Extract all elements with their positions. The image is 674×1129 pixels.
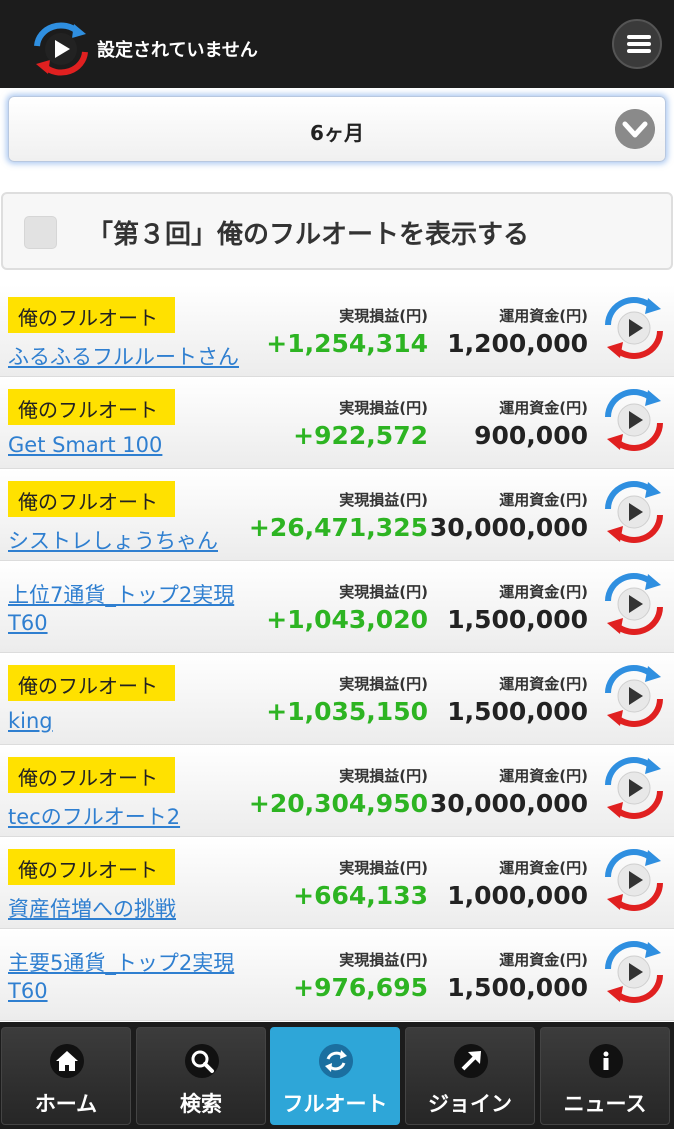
profit-value: +20,304,950	[248, 789, 428, 818]
search-icon	[185, 1044, 219, 1078]
nav-label: フルオート	[282, 1092, 388, 1116]
profit-label: 実現損益(円)	[339, 307, 428, 325]
profit-value: +26,471,325	[248, 513, 428, 542]
strategy-name-link[interactable]: tecのフルオート2	[8, 801, 180, 831]
filter-label: 「第３回」俺のフルオートを表示する	[87, 220, 530, 250]
hamburger-line	[627, 42, 651, 46]
profit-value: +1,254,314	[266, 329, 428, 358]
strategy-name-link[interactable]: ふるふるフルルートさん	[8, 341, 239, 371]
strategy-name-link[interactable]: king	[8, 709, 53, 733]
profit-value: +1,035,150	[266, 697, 428, 726]
fullauto-badge: 俺のフルオート	[8, 481, 175, 517]
profit-value: +976,695	[293, 973, 428, 1002]
nav-item-4[interactable]: ニュース	[540, 1027, 670, 1125]
profit-label: 実現損益(円)	[339, 675, 428, 693]
strategy-name-link[interactable]: 上位7通貨_トップ2実現T60	[8, 581, 258, 637]
strategy-name-link[interactable]: シストレしょうちゃん	[8, 525, 218, 555]
fullauto-badge: 俺のフルオート	[8, 389, 175, 425]
arrow-up-right-icon	[454, 1044, 488, 1078]
info-icon	[589, 1044, 623, 1078]
home-icon	[50, 1044, 84, 1078]
nav-label: ホーム	[34, 1092, 98, 1116]
capital-value: 30,000,000	[429, 513, 588, 542]
capital-label: 運用資金(円)	[499, 307, 588, 325]
profit-label: 実現損益(円)	[339, 491, 428, 509]
capital-value: 1,200,000	[447, 329, 588, 358]
profit-label: 実現損益(円)	[339, 859, 428, 877]
profit-label: 実現損益(円)	[339, 583, 428, 601]
capital-label: 運用資金(円)	[499, 583, 588, 601]
capital-value: 1,500,000	[447, 973, 588, 1002]
strategy-row[interactable]: 俺のフルオート tecのフルオート2 実現損益(円) 運用資金(円) +20,304,9…	[0, 745, 674, 837]
play-fullauto-icon[interactable]	[600, 387, 668, 453]
fullauto-badge: 俺のフルオート	[8, 297, 175, 333]
strategy-row[interactable]: 俺のフルオート king 実現損益(円) 運用資金(円) +1,035,150 1,500…	[0, 653, 674, 745]
play-fullauto-icon[interactable]	[600, 755, 668, 821]
refresh-icon	[319, 1044, 353, 1078]
hamburger-menu-button[interactable]	[612, 19, 662, 69]
capital-value: 900,000	[474, 421, 588, 450]
nav-item-3[interactable]: ジョイン	[405, 1027, 535, 1125]
strategy-row[interactable]: 上位7通貨_トップ2実現T60 実現損益(円) 運用資金(円) +1,043,020 1…	[0, 561, 674, 653]
app-header: 設定されていません	[0, 0, 674, 88]
nav-item-2[interactable]: フルオート	[270, 1027, 400, 1125]
play-fullauto-icon[interactable]	[600, 847, 668, 913]
bottom-nav: ホーム 検索 フルオート ジョイン ニュース	[0, 1022, 674, 1129]
strategy-row[interactable]: 俺のフルオートふるふるフルルートさん 実現損益(円) 運用資金(円) +1,254,3…	[0, 285, 674, 377]
filter-checkbox[interactable]	[24, 216, 57, 249]
strategy-name-link[interactable]: 資産倍増への挑戦	[8, 893, 176, 923]
capital-value: 1,000,000	[447, 881, 588, 910]
fullauto-badge: 俺のフルオート	[8, 849, 175, 885]
strategy-row[interactable]: 俺のフルオートシストレしょうちゃん 実現損益(円) 運用資金(円) +26,471,3…	[0, 469, 674, 561]
nav-item-0[interactable]: ホーム	[1, 1027, 131, 1125]
fullauto-badge: 俺のフルオート	[8, 757, 175, 793]
play-fullauto-icon[interactable]	[600, 571, 668, 637]
play-fullauto-icon[interactable]	[600, 939, 668, 1005]
strategy-row[interactable]: 主要5通貨_トップ2実現T60 実現損益(円) 運用資金(円) +976,695 1,5…	[0, 929, 674, 1021]
chevron-down-circle-icon	[615, 109, 655, 149]
nav-label: 検索	[180, 1092, 222, 1116]
capital-value: 1,500,000	[447, 605, 588, 634]
play-fullauto-icon[interactable]	[600, 295, 668, 361]
period-select[interactable]: 6ヶ月	[8, 96, 666, 162]
profit-value: +922,572	[293, 421, 428, 450]
hamburger-menu-icon	[627, 35, 651, 39]
profit-label: 実現損益(円)	[339, 399, 428, 417]
hamburger-line	[627, 49, 651, 53]
autotrade-play-logo-icon[interactable]	[28, 20, 94, 78]
nav-item-1[interactable]: 検索	[136, 1027, 266, 1125]
profit-label: 実現損益(円)	[339, 951, 428, 969]
profit-label: 実現損益(円)	[339, 767, 428, 785]
capital-label: 運用資金(円)	[499, 399, 588, 417]
capital-label: 運用資金(円)	[499, 675, 588, 693]
play-fullauto-icon[interactable]	[600, 479, 668, 545]
capital-label: 運用資金(円)	[499, 767, 588, 785]
show-third-fullauto-filter[interactable]: 「第３回」俺のフルオートを表示する	[1, 192, 673, 270]
capital-value: 1,500,000	[447, 697, 588, 726]
nav-label: ジョイン	[428, 1092, 512, 1116]
strategy-name-link[interactable]: 主要5通貨_トップ2実現T60	[8, 949, 258, 1005]
capital-label: 運用資金(円)	[499, 859, 588, 877]
play-fullauto-icon[interactable]	[600, 663, 668, 729]
header-title: 設定されていません	[97, 40, 258, 61]
profit-value: +664,133	[293, 881, 428, 910]
strategy-row[interactable]: 俺のフルオート Get Smart 100 実現損益(円) 運用資金(円) +922,5…	[0, 377, 674, 469]
strategy-row[interactable]: 俺のフルオート資産倍増への挑戦 実現損益(円) 運用資金(円) +664,133 1,0…	[0, 837, 674, 929]
fullauto-badge: 俺のフルオート	[8, 665, 175, 701]
period-select-value: 6ヶ月	[310, 121, 364, 145]
nav-label: ニュース	[563, 1092, 647, 1116]
capital-label: 運用資金(円)	[499, 491, 588, 509]
capital-value: 30,000,000	[429, 789, 588, 818]
strategy-name-link[interactable]: Get Smart 100	[8, 433, 162, 457]
profit-value: +1,043,020	[266, 605, 428, 634]
capital-label: 運用資金(円)	[499, 951, 588, 969]
